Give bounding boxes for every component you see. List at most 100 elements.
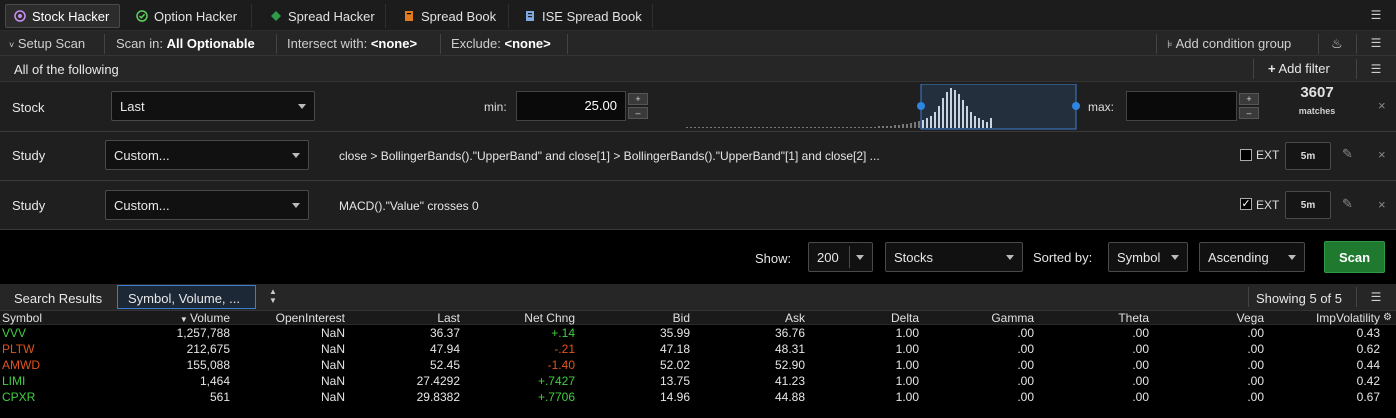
histogram-bar [690, 127, 692, 128]
max-value-input[interactable] [1126, 91, 1237, 121]
histogram-bar [882, 126, 884, 128]
column-set-stepper-icon[interactable]: ▲ ▼ [262, 287, 284, 307]
column-header-imp-volatility[interactable]: ImpVolatility [1270, 311, 1380, 325]
exclude-selector[interactable]: Exclude: <none> [451, 36, 551, 51]
column-header-ask[interactable]: Ask [705, 311, 805, 325]
cell-bid: 14.96 [659, 390, 690, 404]
column-header-last[interactable]: Last [360, 311, 460, 325]
table-row[interactable]: LIMI 1,464 NaN 27.4292 +.7427 13.75 41.23 1.00.… [0, 374, 1396, 389]
remove-filter-close-icon[interactable]: × [1378, 98, 1386, 113]
scan-options-bar: ˅ Setup Scan Scan in: All Optionable Int… [0, 31, 1396, 56]
column-set-dropdown[interactable]: Symbol, Volume, ... [117, 285, 256, 309]
stock-field-dropdown[interactable]: Last [111, 91, 315, 121]
max-range-handle[interactable] [1072, 102, 1080, 110]
decrement-icon[interactable]: – [1239, 107, 1259, 119]
ext-checkbox-checked[interactable]: ✓ [1240, 198, 1252, 210]
intersect-selector[interactable]: Intersect with: <none> [287, 36, 417, 51]
increment-icon[interactable]: + [628, 93, 648, 105]
cell-delta: 1.00 [895, 390, 919, 404]
results-menu-icon[interactable]: ☰ [1366, 288, 1386, 306]
tab-spread-book[interactable]: Spread Book [395, 4, 509, 28]
study-expression[interactable]: MACD()."Value" crosses 0 [339, 199, 479, 213]
study-field-dropdown[interactable]: Custom... [105, 140, 309, 170]
column-settings-gear-icon[interactable]: ⚙ [1383, 311, 1392, 325]
min-value-input[interactable]: 25.00 [516, 91, 626, 121]
cell-imp-volatility: 0.43 [1356, 326, 1380, 340]
table-row[interactable]: PLTW 212,675 NaN 47.94 -.21 47.18 48.31 1.00 .00… [0, 342, 1396, 357]
histogram-bar [886, 126, 888, 128]
group-menu-icon[interactable]: ☰ [1366, 60, 1386, 78]
tab-option-hacker[interactable]: Option Hacker [128, 4, 252, 28]
tab-spread-hacker[interactable]: Spread Hacker [262, 4, 386, 28]
cell-last: 27.4292 [416, 374, 460, 388]
min-stepper[interactable]: + – [628, 93, 648, 119]
column-header-gamma[interactable]: Gamma [934, 311, 1034, 325]
increment-icon[interactable]: + [1239, 93, 1259, 105]
sort-order-dropdown[interactable]: Ascending [1199, 242, 1305, 272]
setup-scan-button[interactable]: ˅ Setup Scan [9, 36, 85, 51]
study-field-dropdown[interactable]: Custom... [105, 190, 309, 220]
instrument-type-dropdown[interactable]: Stocks [885, 242, 1023, 272]
column-header-bid[interactable]: Bid [590, 311, 690, 325]
cell-delta: 1.00 [895, 342, 919, 356]
cell-open-interest: NaN [320, 358, 345, 372]
scan-button[interactable]: Scan [1324, 241, 1385, 273]
tab-stock-hacker[interactable]: Stock Hacker [5, 4, 120, 28]
aggregation-button[interactable]: 5m [1285, 142, 1331, 170]
edit-pencil-icon[interactable]: ✎ [1342, 146, 1353, 162]
scan-in-selector[interactable]: Scan in: All Optionable [116, 36, 255, 51]
cell-symbol[interactable]: LIMI [2, 374, 102, 389]
histogram-bar [750, 127, 752, 128]
decrement-icon[interactable]: – [628, 107, 648, 119]
cell-open-interest: NaN [320, 326, 345, 340]
tabs-menu-icon[interactable]: ☰ [1366, 6, 1386, 24]
cell-symbol[interactable]: VVV [2, 326, 102, 341]
search-results-title: Search Results [14, 291, 103, 306]
add-condition-group-button[interactable]: ⊧ Add condition group [1167, 36, 1291, 51]
cell-gamma: .00 [1017, 390, 1034, 404]
histogram-bar [694, 127, 696, 128]
min-range-handle[interactable] [917, 102, 925, 110]
add-filter-button[interactable]: + Add filter [1268, 61, 1330, 76]
range-selection [920, 84, 1077, 130]
cell-bid: 13.75 [659, 374, 690, 388]
column-header-theta[interactable]: Theta [1049, 311, 1149, 325]
results-header: Search Results Symbol, Volume, ... ▲ ▼ Sh… [0, 284, 1396, 311]
column-header-open-interest[interactable]: OpenInterest [245, 311, 345, 325]
cell-net-chng: +.7427 [537, 374, 575, 388]
column-header-volume[interactable]: ▼ Volume [130, 311, 230, 327]
cell-symbol[interactable]: PLTW [2, 342, 102, 357]
show-count-dropdown[interactable]: 200 [808, 242, 873, 272]
column-header-net-chng[interactable]: Net Chng [475, 311, 575, 325]
study-expression[interactable]: close > BollingerBands()."UpperBand" and… [339, 149, 880, 163]
max-stepper[interactable]: + – [1239, 93, 1259, 119]
cell-volume: 1,464 [199, 374, 230, 388]
tab-ise-spread-book[interactable]: ISE Spread Book [516, 4, 653, 28]
flame-icon[interactable]: ♨ [1331, 36, 1343, 52]
column-header-vega[interactable]: Vega [1164, 311, 1264, 325]
histogram-bar [782, 127, 784, 128]
histogram-bar [698, 127, 700, 128]
table-row[interactable]: AMWD 155,088 NaN 52.45 -1.40 52.02 52.90 1.00 .0… [0, 358, 1396, 373]
remove-filter-close-icon[interactable]: × [1378, 147, 1386, 162]
table-row[interactable]: CPXR 561 NaN 29.8382 +.7706 14.96 44.88 1.00 .00… [0, 390, 1396, 405]
sort-field-dropdown[interactable]: Symbol [1108, 242, 1188, 272]
ext-checkbox[interactable] [1240, 149, 1252, 161]
cell-symbol[interactable]: CPXR [2, 390, 102, 405]
column-header-symbol[interactable]: Symbol [2, 311, 42, 325]
aggregation-button[interactable]: 5m [1285, 191, 1331, 219]
histogram-bar [746, 127, 748, 128]
edit-pencil-icon[interactable]: ✎ [1342, 196, 1353, 212]
cell-symbol[interactable]: AMWD [2, 358, 102, 373]
remove-filter-close-icon[interactable]: × [1378, 197, 1386, 212]
spread-book-icon [405, 11, 413, 21]
histogram-bar [870, 127, 872, 128]
cell-open-interest: NaN [320, 342, 345, 356]
column-header-delta[interactable]: Delta [819, 311, 919, 325]
price-distribution-histogram[interactable] [656, 84, 1086, 130]
table-row[interactable]: VVV 1,257,788 NaN 36.37 +.14 35.99 36.76 1.00 .0… [0, 326, 1396, 341]
filter-type-label: Stock [12, 100, 45, 115]
cell-volume: 212,675 [186, 342, 230, 356]
scan-menu-icon[interactable]: ☰ [1366, 34, 1386, 52]
histogram-bar [730, 127, 732, 128]
